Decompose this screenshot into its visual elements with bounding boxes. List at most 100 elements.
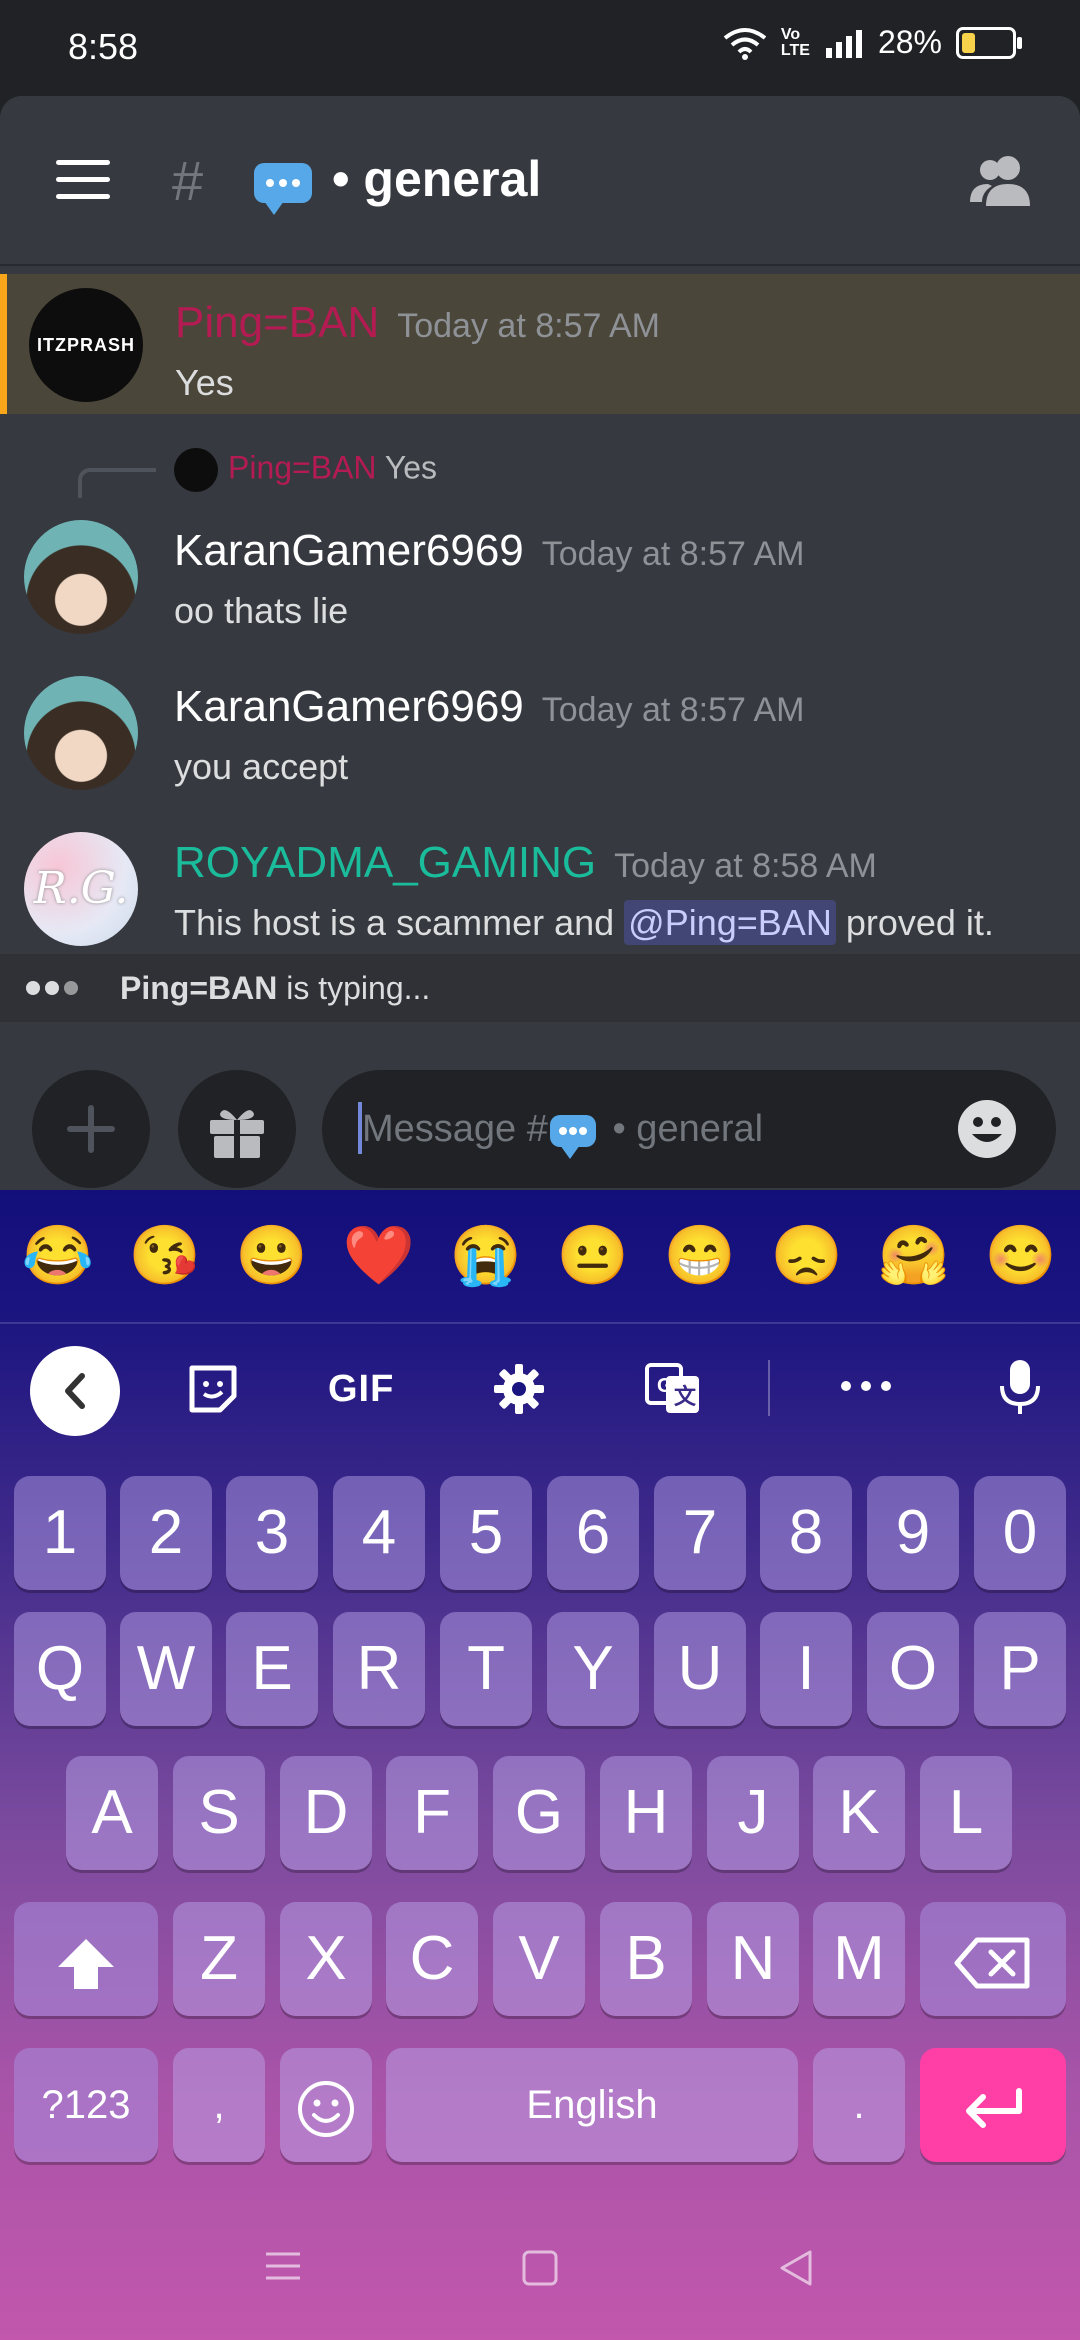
menu-icon[interactable] bbox=[56, 160, 110, 200]
key-q[interactable]: Q bbox=[14, 1612, 106, 1726]
comma-key[interactable]: , bbox=[173, 2048, 265, 2162]
recents-menu-icon[interactable] bbox=[262, 2248, 304, 2284]
settings-gear-icon[interactable] bbox=[492, 1362, 546, 1416]
emoji-suggestion[interactable]: 😘 bbox=[125, 1224, 205, 1288]
author-name[interactable]: Ping=BAN bbox=[175, 298, 379, 347]
author-name[interactable]: KaranGamer6969 bbox=[174, 526, 524, 575]
reply-text: Yes bbox=[384, 449, 438, 486]
home-square-icon[interactable] bbox=[520, 2248, 560, 2288]
emoji-suggestion[interactable]: 😀 bbox=[232, 1224, 312, 1288]
attach-button[interactable] bbox=[32, 1070, 150, 1188]
key-e[interactable]: E bbox=[226, 1612, 318, 1726]
user-mention[interactable]: @Ping=BAN bbox=[624, 900, 836, 945]
key-l[interactable]: L bbox=[920, 1756, 1012, 1870]
back-triangle-icon[interactable] bbox=[776, 2248, 816, 2288]
key-8[interactable]: 8 bbox=[760, 1476, 852, 1590]
key-1[interactable]: 1 bbox=[14, 1476, 106, 1590]
key-i[interactable]: I bbox=[760, 1612, 852, 1726]
key-g[interactable]: G bbox=[493, 1756, 585, 1870]
key-s[interactable]: S bbox=[173, 1756, 265, 1870]
message-text-after: proved it. bbox=[835, 902, 994, 943]
microphone-icon[interactable] bbox=[996, 1358, 1044, 1418]
emoji-suggestion[interactable]: ❤️ bbox=[339, 1224, 419, 1288]
key-y[interactable]: Y bbox=[547, 1612, 639, 1726]
typing-text: Ping=BAN is typing... bbox=[120, 970, 430, 1007]
emoji-suggestion[interactable]: 😊 bbox=[981, 1224, 1061, 1288]
placeholder-suffix: • general bbox=[601, 1108, 764, 1150]
key-b[interactable]: B bbox=[600, 1902, 692, 2016]
message-header: Ping=BAN Today at 8:57 AM bbox=[175, 298, 660, 348]
key-d[interactable]: D bbox=[280, 1756, 372, 1870]
message-timestamp: Today at 8:58 AM bbox=[614, 847, 877, 885]
key-j[interactable]: J bbox=[707, 1756, 799, 1870]
reply-preview[interactable]: Ping=BAN Yes bbox=[174, 448, 437, 492]
key-2[interactable]: 2 bbox=[120, 1476, 212, 1590]
more-options-icon[interactable] bbox=[838, 1378, 894, 1394]
key-z[interactable]: Z bbox=[173, 1902, 265, 2016]
author-name[interactable]: KaranGamer6969 bbox=[174, 682, 524, 731]
avatar[interactable] bbox=[24, 520, 138, 634]
key-x[interactable]: X bbox=[280, 1902, 372, 2016]
emoji-suggestion[interactable]: 😐 bbox=[553, 1224, 633, 1288]
message-input[interactable]: Message # • general bbox=[322, 1070, 1056, 1188]
key-k[interactable]: K bbox=[813, 1756, 905, 1870]
typing-suffix: is typing... bbox=[277, 970, 431, 1006]
emoji-key[interactable] bbox=[280, 2048, 372, 2162]
message-item[interactable]: ITZPRASH Ping=BAN Today at 8:57 AM Yes bbox=[0, 274, 1080, 414]
author-name[interactable]: ROYADMA_GAMING bbox=[174, 838, 596, 887]
space-key[interactable]: English bbox=[386, 2048, 798, 2162]
avatar-label: ITZPRASH bbox=[37, 335, 135, 355]
typing-dots-icon bbox=[26, 981, 83, 1000]
key-6[interactable]: 6 bbox=[547, 1476, 639, 1590]
key-h[interactable]: H bbox=[600, 1756, 692, 1870]
backspace-key[interactable] bbox=[920, 1902, 1066, 2016]
members-icon[interactable] bbox=[966, 152, 1036, 208]
message-item[interactable]: KaranGamer6969 Today at 8:57 AM oo thats … bbox=[0, 512, 1080, 652]
avatar[interactable]: ITZPRASH bbox=[29, 288, 143, 402]
message-item[interactable]: KaranGamer6969 Today at 8:57 AM you accep… bbox=[0, 668, 1080, 808]
key-w[interactable]: W bbox=[120, 1612, 212, 1726]
key-a[interactable]: A bbox=[66, 1756, 158, 1870]
battery-percent: 28% bbox=[877, 24, 942, 60]
key-9[interactable]: 9 bbox=[867, 1476, 959, 1590]
gif-button[interactable]: GIF bbox=[328, 1368, 394, 1411]
key-0[interactable]: 0 bbox=[974, 1476, 1066, 1590]
key-p[interactable]: P bbox=[974, 1612, 1066, 1726]
key-c[interactable]: C bbox=[386, 1902, 478, 2016]
key-3[interactable]: 3 bbox=[226, 1476, 318, 1590]
key-7[interactable]: 7 bbox=[654, 1476, 746, 1590]
message-list[interactable]: ITZPRASH Ping=BAN Today at 8:57 AM Yes Pi… bbox=[0, 264, 1080, 954]
emoji-suggestion[interactable]: 🤗 bbox=[874, 1224, 954, 1288]
emoji-suggestion[interactable]: 😁 bbox=[660, 1224, 740, 1288]
symbols-key[interactable]: ?123 bbox=[14, 2048, 158, 2162]
emoji-suggestion[interactable]: 😞 bbox=[767, 1224, 847, 1288]
key-5[interactable]: 5 bbox=[440, 1476, 532, 1590]
key-r[interactable]: R bbox=[333, 1612, 425, 1726]
message-timestamp: Today at 8:57 AM bbox=[541, 535, 805, 573]
avatar[interactable] bbox=[24, 676, 138, 790]
gift-button[interactable] bbox=[178, 1070, 296, 1188]
collapse-toolbar-button[interactable] bbox=[30, 1346, 120, 1436]
emoji-suggestion[interactable]: 😭 bbox=[446, 1224, 526, 1288]
key-u[interactable]: U bbox=[654, 1612, 746, 1726]
key-o[interactable]: O bbox=[867, 1612, 959, 1726]
toolbar-divider bbox=[768, 1360, 770, 1416]
message-item[interactable]: R.G. ROYADMA_GAMING Today at 8:58 AM This… bbox=[0, 824, 1080, 964]
typing-indicator: Ping=BAN is typing... bbox=[0, 954, 1080, 1022]
avatar[interactable]: R.G. bbox=[24, 832, 138, 946]
key-4[interactable]: 4 bbox=[333, 1476, 425, 1590]
key-v[interactable]: V bbox=[493, 1902, 585, 2016]
key-t[interactable]: T bbox=[440, 1612, 532, 1726]
shift-key[interactable] bbox=[14, 1902, 158, 2016]
key-n[interactable]: N bbox=[707, 1902, 799, 2016]
key-f[interactable]: F bbox=[386, 1756, 478, 1870]
sticker-icon[interactable] bbox=[186, 1362, 240, 1416]
backspace-icon bbox=[954, 1937, 1030, 1989]
emoji-picker-icon[interactable] bbox=[958, 1100, 1016, 1158]
period-key[interactable]: . bbox=[813, 2048, 905, 2162]
status-bar: 8:58 Vo LTE 28% bbox=[0, 0, 1080, 96]
key-m[interactable]: M bbox=[813, 1902, 905, 2016]
emoji-suggestion[interactable]: 😂 bbox=[18, 1224, 98, 1288]
enter-key[interactable] bbox=[920, 2048, 1066, 2162]
translate-icon[interactable]: G 文 bbox=[644, 1362, 702, 1416]
